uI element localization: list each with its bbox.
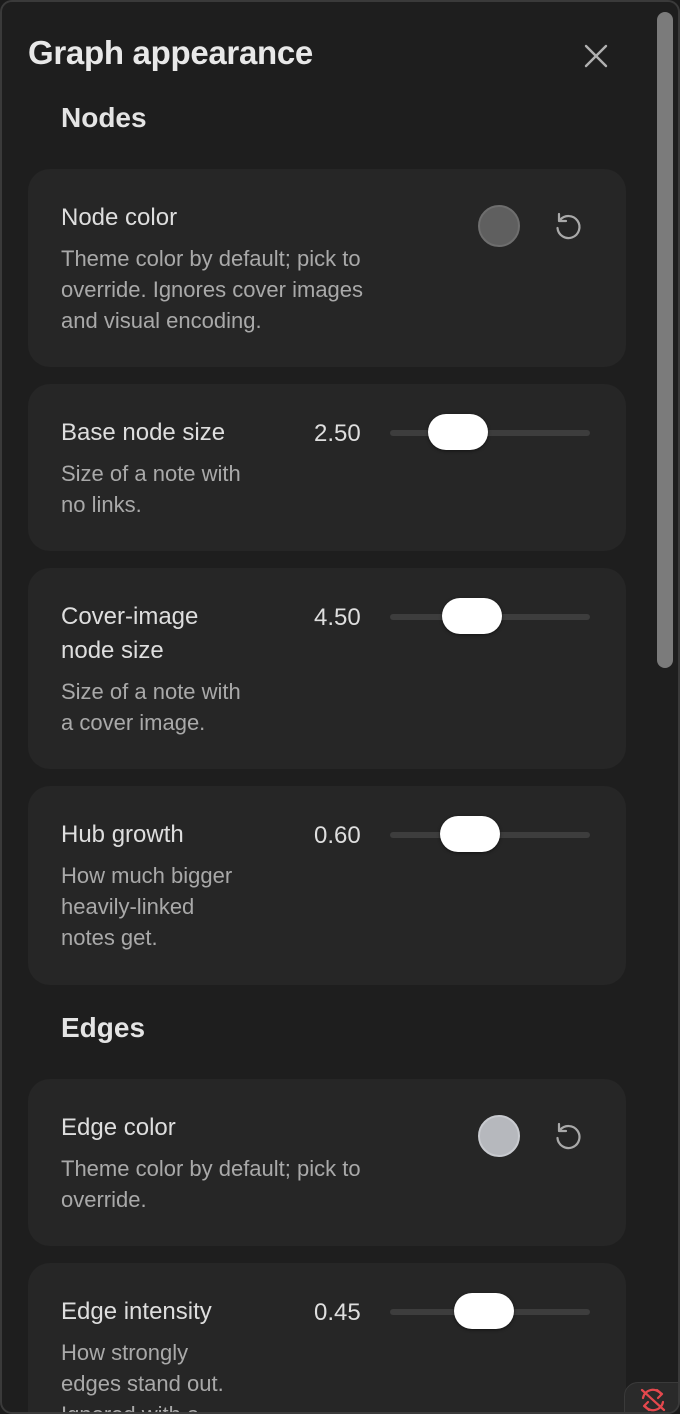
reset-icon	[556, 212, 581, 240]
setting-card-edge-intensity: Edge intensity How strongly edges stand …	[28, 1263, 626, 1412]
setting-description: Size of a note with a cover image.	[61, 679, 241, 735]
setting-description: Size of a note with no links.	[61, 461, 241, 517]
reset-node-color-button[interactable]	[550, 209, 586, 245]
section-heading-edges: Edges	[61, 1012, 146, 1043]
setting-card-node-color: Node color Theme color by default; pick …	[28, 169, 626, 367]
setting-card-base-node-size: Base node size Size of a note with no li…	[28, 384, 626, 551]
cover-image-node-size-slider[interactable]	[390, 597, 590, 637]
setting-name: Base node size	[61, 419, 226, 446]
setting-card-hub-growth: Hub growth How much bigger heavily-linke…	[28, 786, 626, 985]
setting-description: How strongly edges stand out. Ignored wi…	[61, 1340, 224, 1412]
setting-name: Cover-image node size	[61, 603, 199, 664]
graph-appearance-panel: Graph appearance Nodes Node color Theme …	[0, 0, 680, 1414]
setting-description: How much bigger heavily-linked notes get…	[61, 863, 233, 950]
scrollbar-thumb[interactable]	[657, 12, 673, 668]
slider-value: 0.45	[314, 1299, 361, 1326]
edge-intensity-slider[interactable]	[390, 1292, 590, 1332]
setting-card-cover-image-node-size: Cover-image node size Size of a note wit…	[28, 568, 626, 769]
hub-growth-slider[interactable]	[390, 815, 590, 855]
setting-name: Node color	[61, 204, 178, 231]
edge-color-swatch[interactable]	[478, 1115, 520, 1157]
base-node-size-slider[interactable]	[390, 413, 590, 453]
slider-thumb[interactable]	[440, 816, 501, 852]
setting-name: Hub growth	[61, 821, 184, 848]
slider-thumb[interactable]	[441, 598, 502, 634]
panel-title: Graph appearance	[28, 34, 313, 71]
section-heading-nodes: Nodes	[61, 102, 147, 133]
setting-description: Theme color by default; pick to override…	[61, 1156, 361, 1212]
reset-icon	[556, 1122, 581, 1150]
setting-name: Edge intensity	[61, 1298, 212, 1325]
sync-status-button[interactable]	[624, 1382, 678, 1412]
slider-track	[390, 430, 590, 436]
close-icon	[584, 44, 608, 68]
slider-thumb[interactable]	[454, 1293, 515, 1329]
sync-error-icon	[640, 1388, 666, 1412]
setting-description: Theme color by default; pick to override…	[61, 246, 364, 333]
slider-value: 4.50	[314, 604, 361, 631]
slider-value: 0.60	[314, 822, 361, 849]
slider-value: 2.50	[314, 420, 361, 447]
node-color-swatch[interactable]	[478, 205, 520, 247]
close-button[interactable]	[576, 38, 616, 74]
setting-card-edge-color: Edge color Theme color by default; pick …	[28, 1079, 626, 1246]
reset-edge-color-button[interactable]	[550, 1119, 586, 1155]
slider-thumb[interactable]	[427, 414, 488, 450]
setting-name: Edge color	[61, 1114, 176, 1141]
